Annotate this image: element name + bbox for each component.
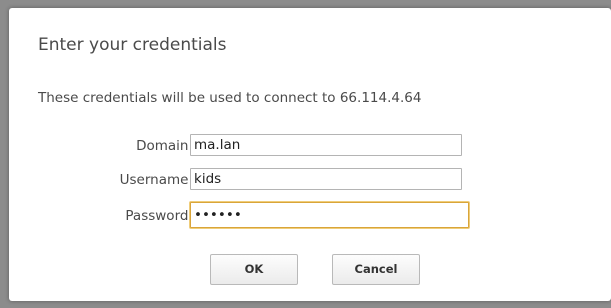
domain-label: Domain: (136, 138, 193, 154)
domain-input[interactable] (190, 134, 462, 156)
credentials-dialog: Enter your credentials These credentials… (9, 8, 611, 301)
password-row: Password: (9, 202, 479, 230)
ok-button[interactable]: OK (210, 254, 298, 285)
cancel-button[interactable]: Cancel (332, 254, 420, 285)
domain-row: Domain: (9, 134, 479, 160)
dialog-title: Enter your credentials (38, 35, 227, 55)
username-row: Username: (9, 168, 479, 194)
password-input[interactable] (190, 202, 469, 228)
username-label: Username: (119, 172, 193, 188)
username-input[interactable] (190, 168, 462, 190)
password-label: Password: (125, 208, 193, 224)
dialog-description: These credentials will be used to connec… (38, 90, 422, 106)
